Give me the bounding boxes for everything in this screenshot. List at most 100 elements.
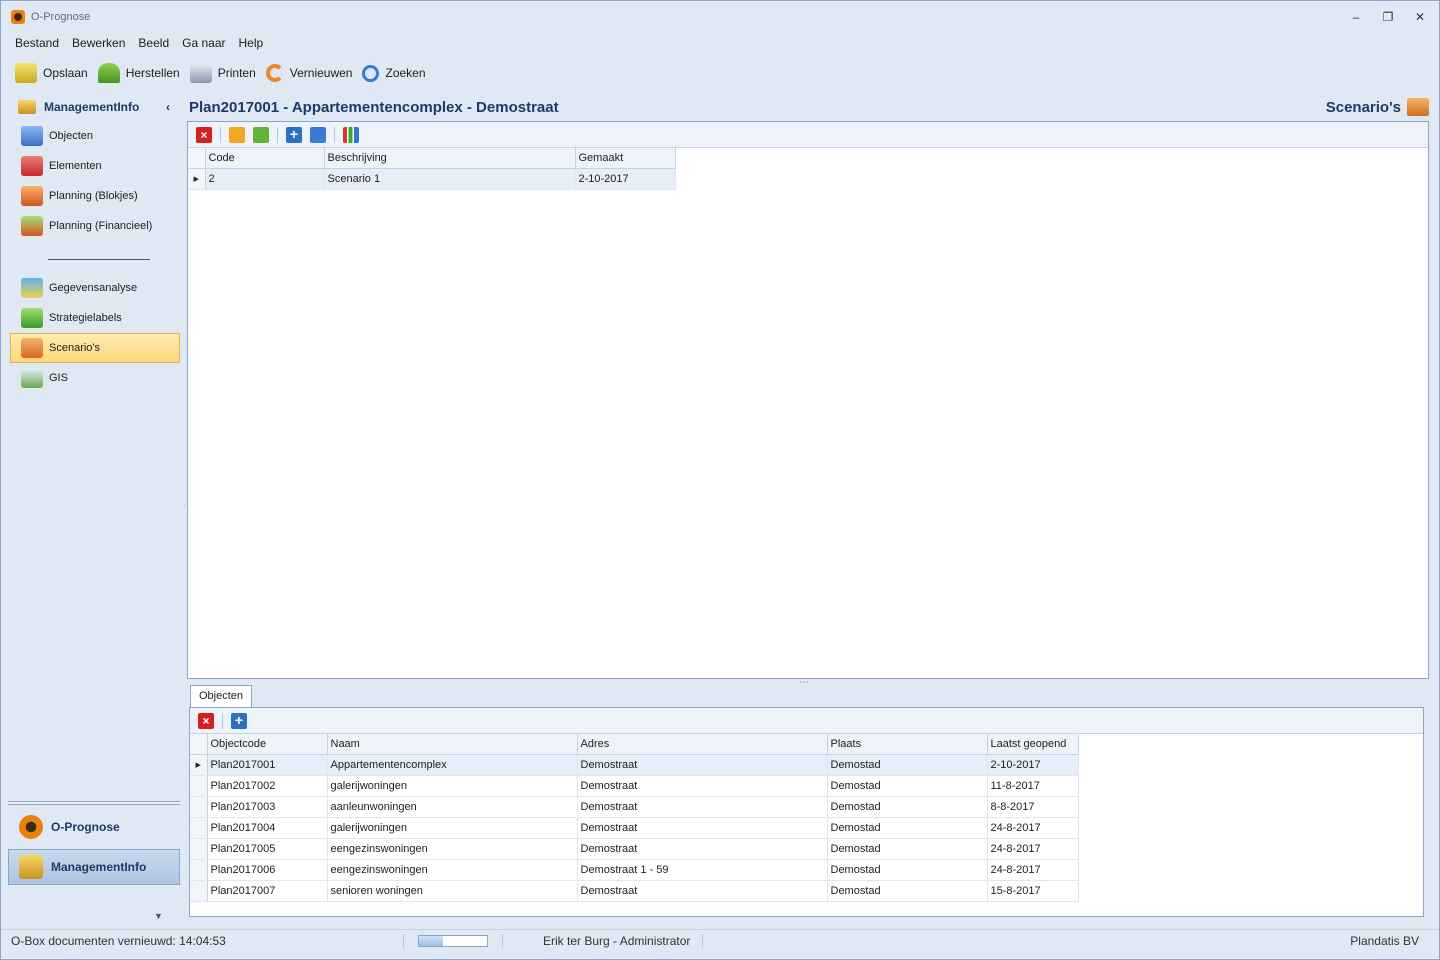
cell-plaats[interactable]: Demostad [827, 754, 988, 776]
restore-button[interactable]: ❐ [1381, 10, 1395, 24]
print-button[interactable]: Printen [189, 63, 256, 83]
cell-objectcode[interactable]: Plan2017001 [207, 754, 328, 776]
cell-objectcode[interactable]: Plan2017004 [207, 817, 328, 839]
cell-plaats[interactable]: Demostad [827, 817, 988, 839]
configure-buttons-icon[interactable]: ▼ [154, 911, 163, 921]
cell-laatst-geopend[interactable]: 15-8-2017 [987, 880, 1079, 902]
sidebar-item-scenarios[interactable]: Scenario's [10, 333, 180, 363]
column-header-beschrijving[interactable]: Beschrijving [324, 148, 576, 169]
properties-icon[interactable] [229, 126, 245, 143]
refresh-button[interactable]: Vernieuwen [265, 64, 353, 82]
column-header-plaats[interactable]: Plaats [827, 734, 988, 755]
table-row[interactable]: Plan2017003 aanleunwoningen Demostraat D… [190, 796, 1079, 818]
cell-laatst-geopend[interactable]: 24-8-2017 [987, 817, 1079, 839]
cell-laatst-geopend[interactable]: 2-10-2017 [987, 754, 1079, 776]
refresh-label: Vernieuwen [289, 66, 353, 80]
cell-code[interactable]: 2 [205, 168, 325, 190]
cell-adres[interactable]: Demostraat [577, 775, 828, 797]
sidebar-item-gis[interactable]: GIS [10, 363, 180, 393]
cell-naam[interactable]: eengezinswoningen [327, 859, 578, 881]
table-row[interactable]: Plan2017007 senioren woningen Demostraat… [190, 880, 1079, 902]
cell-objectcode[interactable]: Plan2017007 [207, 880, 328, 902]
cell-adres[interactable]: Demostraat [577, 880, 828, 902]
menu-ga-naar[interactable]: Ga naar [182, 36, 225, 50]
menu-help[interactable]: Help [238, 36, 263, 50]
menu-beeld[interactable]: Beeld [138, 36, 169, 50]
sidebar-item-planning-blokjes[interactable]: Planning (Blokjes) [10, 181, 180, 211]
menu-bestand[interactable]: Bestand [15, 36, 59, 50]
restore-changes-button[interactable]: Herstellen [97, 63, 180, 83]
column-header-laatst-geopend[interactable]: Laatst geopend [987, 734, 1079, 755]
delete-icon[interactable]: × [196, 126, 212, 143]
cell-plaats[interactable]: Demostad [827, 838, 988, 860]
collapse-sidebar-icon[interactable]: ‹ [166, 100, 170, 114]
cell-objectcode[interactable]: Plan2017002 [207, 775, 328, 797]
copy-icon[interactable] [310, 126, 326, 143]
cell-laatst-geopend[interactable]: 24-8-2017 [987, 859, 1079, 881]
delete-icon[interactable]: × [198, 712, 214, 729]
table-row[interactable]: Plan2017005 eengezinswoningen Demostraat… [190, 838, 1079, 860]
minimize-button[interactable]: – [1349, 10, 1363, 24]
panel-splitter[interactable]: ⋯ [799, 677, 809, 688]
search-button[interactable]: Zoeken [362, 64, 426, 82]
cell-objectcode[interactable]: Plan2017006 [207, 859, 328, 881]
cell-adres[interactable]: Demostraat [577, 754, 828, 776]
cell-objectcode[interactable]: Plan2017005 [207, 838, 328, 860]
cell-naam[interactable]: senioren woningen [327, 880, 578, 902]
sidebar-item-label: Strategielabels [49, 312, 122, 324]
cell-plaats[interactable]: Demostad [827, 775, 988, 797]
cell-laatst-geopend[interactable]: 8-8-2017 [987, 796, 1079, 818]
sidebar-item-strategielabels[interactable]: Strategielabels [10, 303, 180, 333]
table-row[interactable]: Plan2017006 eengezinswoningen Demostraat… [190, 859, 1079, 881]
cell-adres[interactable]: Demostraat 1 - 59 [577, 859, 828, 881]
module-o-prognose-button[interactable]: O-Prognose [8, 809, 180, 845]
row-indicator-header [190, 734, 208, 755]
planning-financial-icon [21, 216, 43, 236]
sidebar-module-switcher: O-Prognose ManagementInfo ▼ [8, 801, 180, 921]
sidebar-item-planning-financieel[interactable]: Planning (Financieel) [10, 211, 180, 241]
cell-plaats[interactable]: Demostad [827, 880, 988, 902]
sidebar-header-label: ManagementInfo [44, 100, 140, 114]
table-row[interactable]: ▶ Plan2017001 Appartementencomplex Demos… [190, 754, 1079, 776]
page-title: Plan2017001 - Appartementencomplex - Dem… [189, 98, 559, 116]
close-button[interactable]: ✕ [1413, 10, 1427, 24]
menu-bewerken[interactable]: Bewerken [72, 36, 125, 50]
chart-icon[interactable] [343, 126, 359, 143]
column-header-naam[interactable]: Naam [327, 734, 578, 755]
table-row[interactable]: ▶ 2 Scenario 1 2-10-2017 [188, 168, 676, 190]
sidebar-item-elementen[interactable]: Elementen [10, 151, 180, 181]
table-row[interactable]: Plan2017002 galerijwoningen Demostraat D… [190, 775, 1079, 797]
cell-laatst-geopend[interactable]: 24-8-2017 [987, 838, 1079, 860]
column-header-adres[interactable]: Adres [577, 734, 828, 755]
cell-naam[interactable]: aanleunwoningen [327, 796, 578, 818]
tab-objecten[interactable]: Objecten [190, 685, 253, 707]
cell-objectcode[interactable]: Plan2017003 [207, 796, 328, 818]
cell-adres[interactable]: Demostraat [577, 817, 828, 839]
cell-naam[interactable]: galerijwoningen [327, 775, 578, 797]
cell-plaats[interactable]: Demostad [827, 859, 988, 881]
objects-table: Objectcode Naam Adres Plaats Laatst geop… [190, 734, 1079, 902]
module-management-info-button[interactable]: ManagementInfo [8, 849, 180, 885]
column-header-code[interactable]: Code [205, 148, 325, 169]
column-header-objectcode[interactable]: Objectcode [207, 734, 328, 755]
sidebar-item-objecten[interactable]: Objecten [10, 121, 180, 151]
cell-gemaakt[interactable]: 2-10-2017 [575, 168, 676, 190]
sidebar-item-label: Elementen [49, 160, 102, 172]
add-icon[interactable]: + [286, 126, 302, 143]
column-header-gemaakt[interactable]: Gemaakt [575, 148, 676, 169]
cell-naam[interactable]: galerijwoningen [327, 817, 578, 839]
cell-beschrijving[interactable]: Scenario 1 [324, 168, 576, 190]
table-row[interactable]: Plan2017004 galerijwoningen Demostraat D… [190, 817, 1079, 839]
cell-adres[interactable]: Demostraat [577, 796, 828, 818]
main-panel: Plan2017001 - Appartementencomplex - Dem… [187, 93, 1429, 919]
add-icon[interactable]: + [231, 712, 247, 729]
sidebar-item-gegevensanalyse[interactable]: Gegevensanalyse [10, 273, 180, 303]
cell-laatst-geopend[interactable]: 11-8-2017 [987, 775, 1079, 797]
module-switcher-splitter[interactable] [8, 801, 180, 805]
window-icon[interactable] [253, 126, 269, 143]
cell-naam[interactable]: eengezinswoningen [327, 838, 578, 860]
cell-naam[interactable]: Appartementencomplex [327, 754, 578, 776]
cell-adres[interactable]: Demostraat [577, 838, 828, 860]
save-button[interactable]: Opslaan [15, 63, 88, 83]
cell-plaats[interactable]: Demostad [827, 796, 988, 818]
